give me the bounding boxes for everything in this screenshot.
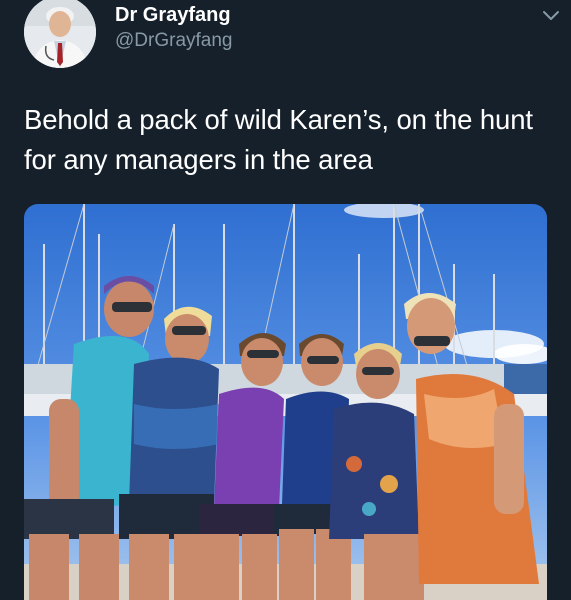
avatar[interactable]	[24, 0, 96, 68]
tweet-header: Dr Grayfang @DrGrayfang	[24, 0, 564, 68]
photo-icon	[24, 204, 547, 600]
tweet-media-photo[interactable]	[24, 204, 547, 600]
handle[interactable]: @DrGrayfang	[115, 28, 233, 54]
display-name[interactable]: Dr Grayfang	[115, 2, 233, 28]
tweet-text: Behold a pack of wild Karen’s, on the hu…	[24, 104, 533, 175]
tweet-card: Dr Grayfang @DrGrayfang Behold a pack of…	[0, 0, 571, 600]
avatar-photo-icon	[24, 0, 96, 68]
author-names: Dr Grayfang @DrGrayfang	[115, 2, 233, 54]
chevron-down-icon[interactable]	[538, 2, 564, 28]
